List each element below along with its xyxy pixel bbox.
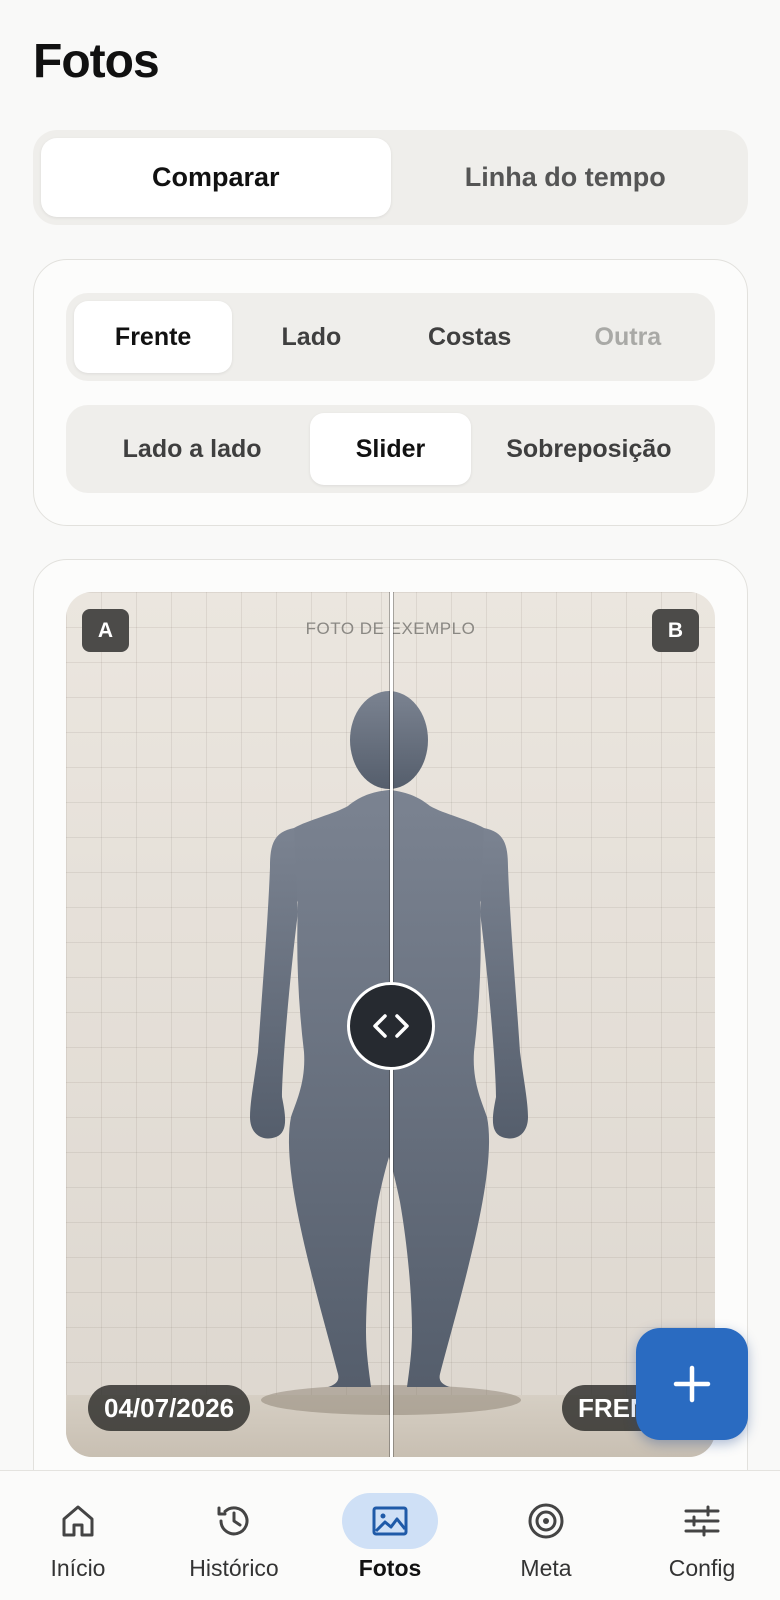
nav-label-config: Config [668, 1555, 736, 1581]
nav-label-fotos: Fotos [358, 1555, 422, 1581]
photo-date-badge: 04/07/2026 [88, 1385, 251, 1431]
nav-label-historico: Histórico [189, 1555, 279, 1581]
sliders-icon [684, 1505, 720, 1537]
bottom-nav: Início Histórico Fotos Meta Config [0, 1470, 780, 1600]
tab-linha-do-tempo[interactable]: Linha do tempo [391, 138, 741, 217]
compare-options-card: Frente Lado Costas Outra Lado a lado Sli… [33, 259, 748, 526]
nav-label-meta: Meta [520, 1555, 572, 1581]
photo-compare-card: FOTO DE EXEMPLO A B 04/07/2026 FRENTE [33, 559, 748, 1600]
view-option-frente[interactable]: Frente [74, 301, 233, 373]
compare-mode-selector: Lado a lado Slider Sobreposição [66, 405, 715, 493]
view-selector: Frente Lado Costas Outra [66, 293, 715, 381]
view-option-costas[interactable]: Costas [391, 301, 549, 373]
home-icon [62, 1505, 94, 1537]
add-photo-button[interactable] [636, 1328, 748, 1440]
view-option-outra: Outra [594, 322, 662, 351]
top-tabs: Comparar Linha do tempo [33, 130, 748, 225]
nav-item-meta[interactable]: Meta [476, 1471, 616, 1600]
mode-option-lado-a-lado[interactable]: Lado a lado [74, 413, 310, 485]
photo-b-badge: B [652, 609, 699, 652]
photo-a-badge: A [82, 609, 129, 652]
image-icon [372, 1506, 408, 1536]
page-title: Fotos [33, 35, 160, 88]
nav-item-fotos[interactable]: Fotos [320, 1471, 460, 1600]
history-icon [217, 1506, 249, 1536]
plus-icon [673, 1365, 711, 1403]
nav-item-config[interactable]: Config [632, 1471, 772, 1600]
view-option-lado[interactable]: Lado [232, 301, 390, 373]
mode-option-slider[interactable]: Slider [310, 413, 471, 485]
target-icon [528, 1503, 564, 1539]
slider-handle[interactable] [347, 982, 435, 1070]
tab-comparar[interactable]: Comparar [41, 138, 391, 217]
nav-item-inicio[interactable]: Início [8, 1471, 148, 1600]
nav-label-inicio: Início [50, 1555, 106, 1581]
nav-item-historico[interactable]: Histórico [164, 1471, 304, 1600]
code-arrows-icon [373, 1014, 409, 1038]
mode-option-sobreposicao[interactable]: Sobreposição [471, 413, 707, 485]
comparison-photo[interactable]: FOTO DE EXEMPLO A B 04/07/2026 FRENTE [66, 592, 715, 1457]
